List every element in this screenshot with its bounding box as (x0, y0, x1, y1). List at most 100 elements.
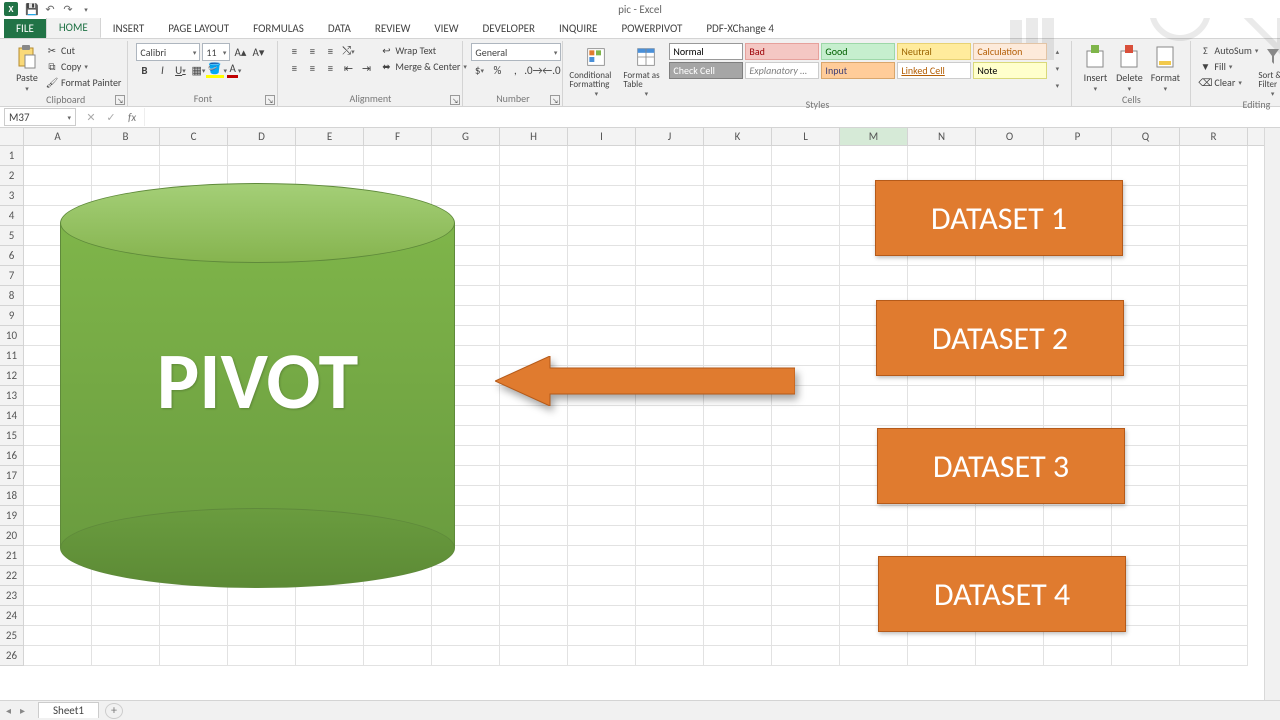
row-header-4[interactable]: 4 (0, 206, 24, 226)
cell[interactable] (1112, 406, 1180, 426)
cell[interactable] (296, 626, 364, 646)
cell[interactable] (636, 406, 704, 426)
row-header-9[interactable]: 9 (0, 306, 24, 326)
cell[interactable] (704, 306, 772, 326)
column-header-D[interactable]: D (228, 128, 296, 145)
row-header-3[interactable]: 3 (0, 186, 24, 206)
font-color-button[interactable]: A▾ (226, 62, 242, 78)
cell-styles-gallery[interactable]: NormalBadGoodNeutralCalculationCheck Cel… (669, 43, 1047, 79)
cell[interactable] (976, 266, 1044, 286)
cell[interactable] (1180, 646, 1248, 666)
row-header-7[interactable]: 7 (0, 266, 24, 286)
wrap-text-button[interactable]: ↩Wrap Text (380, 43, 467, 58)
cell[interactable] (92, 626, 160, 646)
font-dialog-launcher[interactable]: ↘ (265, 95, 275, 105)
align-left-icon[interactable]: ≡ (286, 60, 302, 76)
row-header-17[interactable]: 17 (0, 466, 24, 486)
increase-indent-icon[interactable]: ⇥ (358, 60, 374, 76)
cell[interactable] (500, 646, 568, 666)
cell[interactable] (704, 606, 772, 626)
cell[interactable] (772, 146, 840, 166)
cell[interactable] (636, 186, 704, 206)
cell[interactable] (976, 646, 1044, 666)
cell[interactable] (500, 326, 568, 346)
cell[interactable] (772, 526, 840, 546)
cell[interactable] (568, 586, 636, 606)
cell[interactable] (568, 646, 636, 666)
cell[interactable] (568, 306, 636, 326)
row-header-8[interactable]: 8 (0, 286, 24, 306)
cell[interactable] (296, 646, 364, 666)
tab-developer[interactable]: DEVELOPER (471, 19, 547, 38)
cell[interactable] (704, 326, 772, 346)
cell[interactable] (976, 406, 1044, 426)
cell[interactable] (1180, 306, 1248, 326)
style-cell-check-cell[interactable]: Check Cell (669, 62, 743, 79)
clipboard-dialog-launcher[interactable]: ↘ (115, 95, 125, 105)
cell[interactable] (704, 206, 772, 226)
underline-button[interactable]: U▾ (172, 62, 188, 78)
number-format-combo[interactable]: General▾ (471, 43, 561, 61)
cell[interactable] (772, 326, 840, 346)
cell[interactable] (500, 486, 568, 506)
cell[interactable] (704, 166, 772, 186)
cell[interactable] (976, 146, 1044, 166)
column-header-A[interactable]: A (24, 128, 92, 145)
cell[interactable] (772, 566, 840, 586)
vertical-scrollbar[interactable] (1264, 128, 1280, 700)
row-header-23[interactable]: 23 (0, 586, 24, 606)
column-header-G[interactable]: G (432, 128, 500, 145)
cell[interactable] (1044, 646, 1112, 666)
style-cell-bad[interactable]: Bad (745, 43, 819, 60)
cell[interactable] (1112, 146, 1180, 166)
style-cell-input[interactable]: Input (821, 62, 895, 79)
cell[interactable] (568, 226, 636, 246)
cell[interactable] (636, 606, 704, 626)
cell[interactable] (568, 326, 636, 346)
decrease-indent-icon[interactable]: ⇤ (340, 60, 356, 76)
column-header-N[interactable]: N (908, 128, 976, 145)
worksheet-grid[interactable]: ABCDEFGHIJKLMNOPQR 123456789101112131415… (0, 128, 1280, 700)
cell[interactable] (1180, 186, 1248, 206)
cut-button[interactable]: ✂Cut (46, 43, 121, 58)
cell[interactable] (1044, 146, 1112, 166)
cell[interactable] (772, 406, 840, 426)
cell[interactable] (636, 146, 704, 166)
cell[interactable] (704, 226, 772, 246)
cell[interactable] (364, 146, 432, 166)
cell[interactable] (840, 146, 908, 166)
number-dialog-launcher[interactable]: ↘ (550, 95, 560, 105)
cell[interactable] (636, 166, 704, 186)
row-header-10[interactable]: 10 (0, 326, 24, 346)
cell[interactable] (500, 546, 568, 566)
select-all-triangle[interactable] (0, 128, 24, 145)
sheet-tab-sheet1[interactable]: Sheet1 (38, 702, 99, 718)
qat-save-icon[interactable]: 💾 (24, 1, 40, 17)
cell[interactable] (704, 406, 772, 426)
cell[interactable] (568, 486, 636, 506)
row-header-24[interactable]: 24 (0, 606, 24, 626)
sheet-nav-last-icon[interactable]: ▸ (20, 704, 32, 717)
cell[interactable] (500, 606, 568, 626)
cell[interactable] (92, 146, 160, 166)
cell[interactable] (1180, 626, 1248, 646)
cell[interactable] (500, 566, 568, 586)
cell[interactable] (1112, 506, 1180, 526)
cell[interactable] (432, 626, 500, 646)
cell[interactable] (1044, 506, 1112, 526)
cell[interactable] (1044, 386, 1112, 406)
font-size-combo[interactable]: 11▾ (202, 43, 230, 61)
comma-format-icon[interactable]: , (507, 62, 523, 78)
cell[interactable] (24, 146, 92, 166)
cell[interactable] (500, 226, 568, 246)
cell[interactable] (568, 266, 636, 286)
cell[interactable] (704, 526, 772, 546)
cell[interactable] (1112, 386, 1180, 406)
cell[interactable] (908, 526, 976, 546)
column-header-E[interactable]: E (296, 128, 364, 145)
cell[interactable] (160, 606, 228, 626)
column-header-H[interactable]: H (500, 128, 568, 145)
row-header-19[interactable]: 19 (0, 506, 24, 526)
column-header-Q[interactable]: Q (1112, 128, 1180, 145)
cell[interactable] (568, 506, 636, 526)
